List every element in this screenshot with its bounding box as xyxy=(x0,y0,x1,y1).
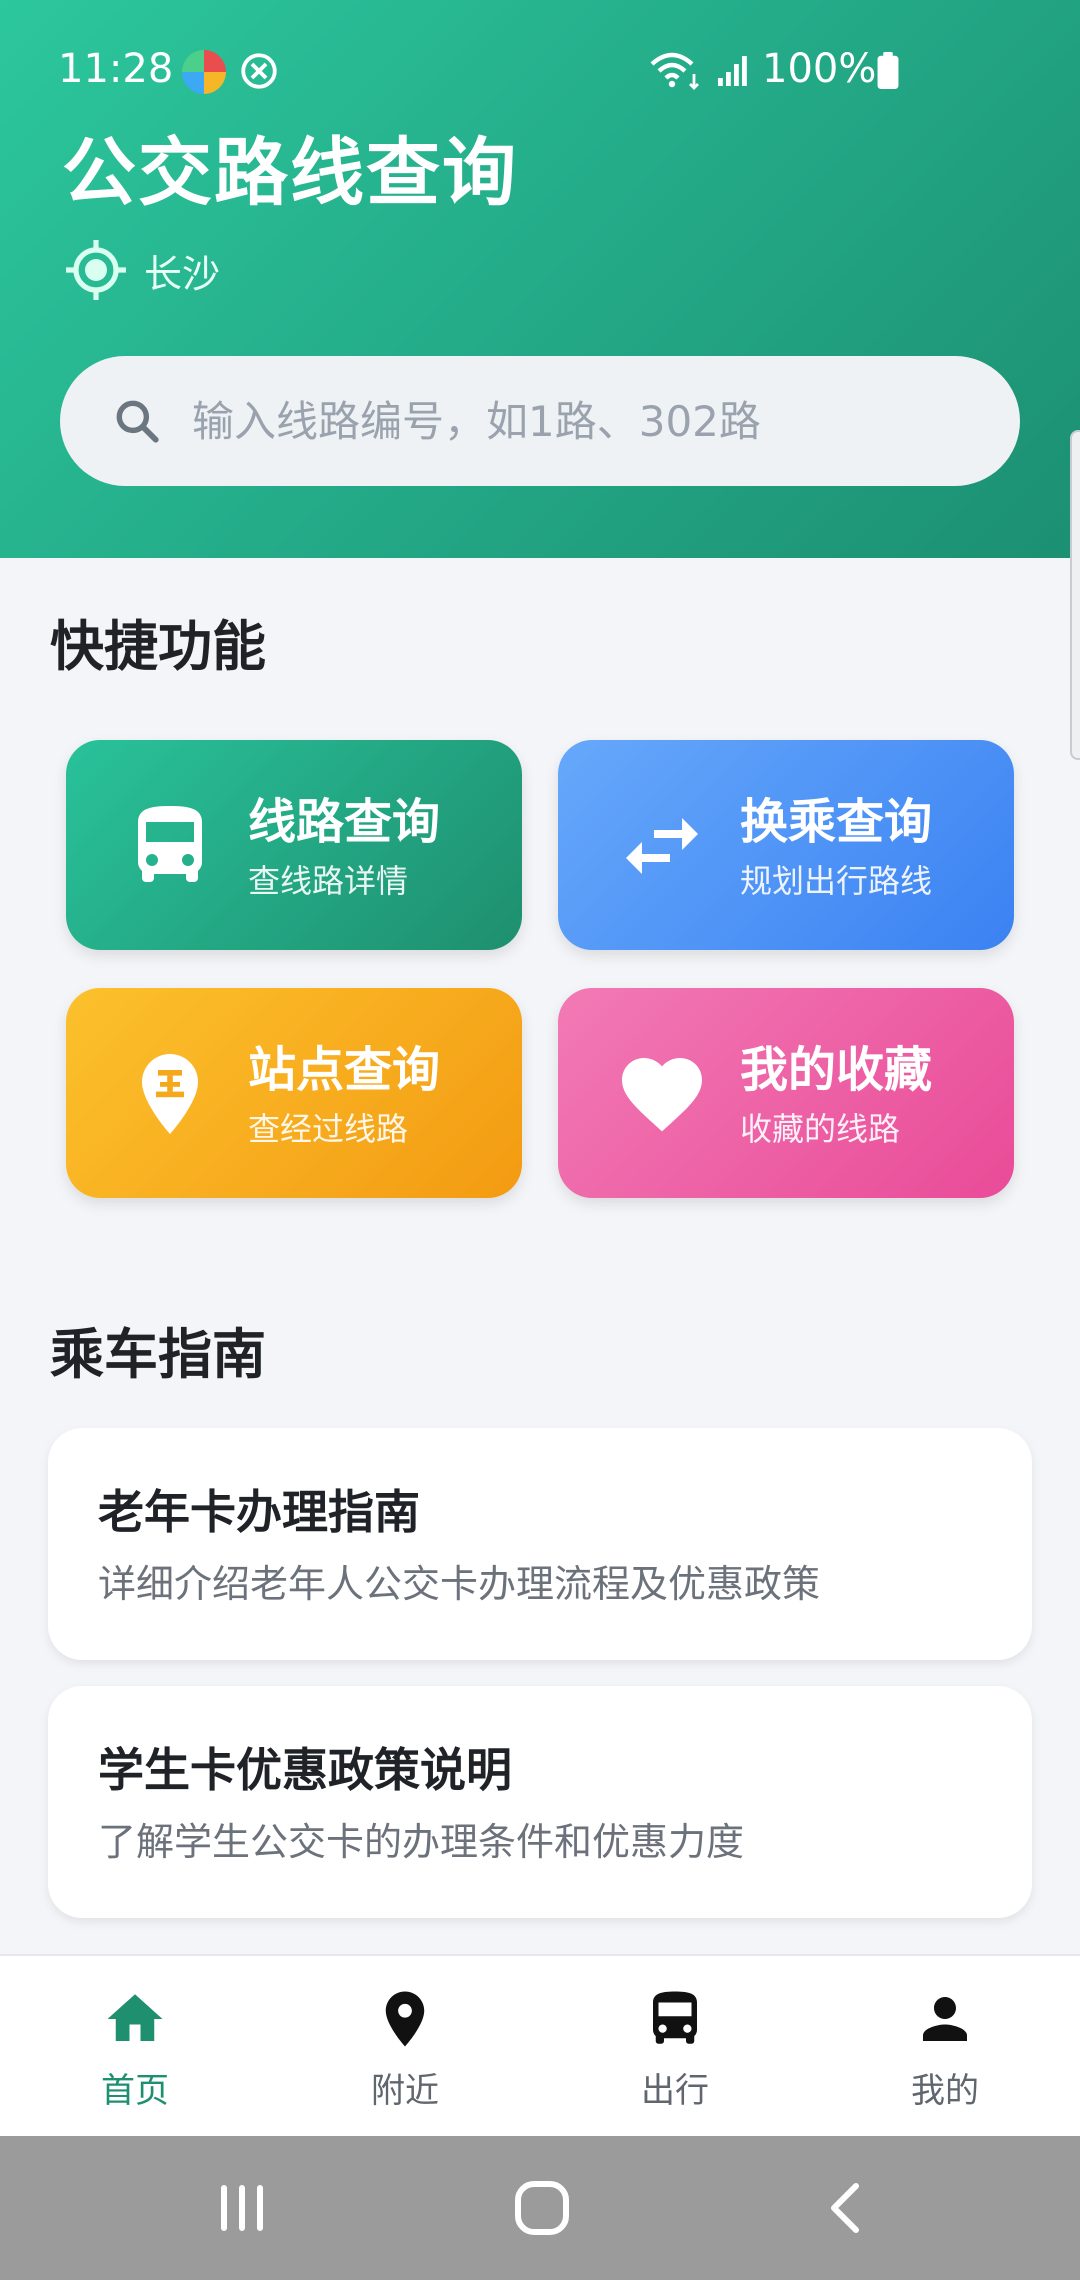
tile-title: 换乘查询 xyxy=(740,794,933,850)
search-bar[interactable] xyxy=(60,356,1020,486)
guide-card[interactable]: 老年卡办理指南 详细介绍老年人公交卡办理流程及优惠政策 xyxy=(48,1428,1032,1660)
battery-icon xyxy=(877,52,899,90)
back-icon[interactable] xyxy=(816,2178,876,2238)
page-title: 公交路线查询 xyxy=(62,130,518,216)
search-icon xyxy=(116,400,159,443)
status-time: 11:28 xyxy=(58,46,174,92)
bus-icon xyxy=(653,1991,697,2044)
tile-subtitle: 查经过线路 xyxy=(248,1110,409,1148)
tile-subtitle: 规划出行路线 xyxy=(740,862,933,900)
home-icon xyxy=(107,1994,163,2041)
gps-target-icon xyxy=(66,240,126,300)
nav-label: 首页 xyxy=(101,2071,169,2111)
nav-label: 我的 xyxy=(911,2071,979,2111)
nav-label: 附近 xyxy=(371,2071,439,2111)
guide-card-description: 详细介绍老年人公交卡办理流程及优惠政策 xyxy=(98,1562,821,1606)
no-ads-icon xyxy=(241,53,277,89)
tile-subtitle: 收藏的线路 xyxy=(740,1110,901,1148)
nav-item-travel[interactable]: 出行 xyxy=(540,1956,810,2136)
bus-stop-pin-icon xyxy=(142,1054,198,1134)
recent-apps-icon[interactable] xyxy=(212,2178,272,2238)
tile-title: 线路查询 xyxy=(248,794,441,850)
city-name: 长沙 xyxy=(144,251,221,296)
tile-title: 我的收藏 xyxy=(740,1042,933,1098)
browser-app-icon xyxy=(182,50,226,94)
swap-arrows-icon xyxy=(626,818,698,874)
route-query-tile[interactable]: 线路查询 查线路详情 xyxy=(66,740,522,950)
guide-section-title: 乘车指南 xyxy=(50,1323,266,1386)
app-screen: 11:28 100% 公交路线查询 长沙 输入线路编号，如1路、302路 快捷功… xyxy=(0,0,1080,2280)
bottom-navigation: 首页 附近 出行 我的 xyxy=(0,1954,1080,2136)
tile-subtitle: 查线路详情 xyxy=(248,862,409,900)
nav-label: 出行 xyxy=(641,2071,709,2111)
guide-card-title: 学生卡优惠政策说明 xyxy=(98,1743,512,1797)
nav-item-home[interactable]: 首页 xyxy=(0,1956,270,2136)
heart-icon xyxy=(622,1058,702,1132)
nav-item-profile[interactable]: 我的 xyxy=(810,1956,1080,2136)
tile-title: 站点查询 xyxy=(248,1042,441,1098)
transfer-query-tile[interactable]: 换乘查询 规划出行路线 xyxy=(558,740,1014,950)
battery-percentage: 100% xyxy=(762,46,877,92)
signal-icon xyxy=(718,56,747,86)
scrollbar[interactable] xyxy=(1070,430,1080,760)
system-navigation-bar xyxy=(0,2136,1080,2280)
status-bar: 11:28 100% xyxy=(0,0,1080,140)
search-input[interactable] xyxy=(192,396,952,446)
person-icon xyxy=(923,1997,967,2041)
favorites-tile[interactable]: 我的收藏 收藏的线路 xyxy=(558,988,1014,1198)
wifi-icon xyxy=(650,52,699,90)
guide-card-title: 老年卡办理指南 xyxy=(98,1485,420,1539)
quick-actions-title: 快捷功能 xyxy=(50,615,266,678)
header: 11:28 100% 公交路线查询 长沙 输入线路编号，如1路、302路 xyxy=(0,0,1080,558)
home-button-icon[interactable] xyxy=(512,2178,572,2238)
stop-query-tile[interactable]: 站点查询 查经过线路 xyxy=(66,988,522,1198)
guide-card[interactable]: 学生卡优惠政策说明 了解学生公交卡的办理条件和优惠力度 xyxy=(48,1686,1032,1918)
nav-item-nearby[interactable]: 附近 xyxy=(270,1956,540,2136)
location-pin-icon xyxy=(385,1991,425,2047)
guide-card-description: 了解学生公交卡的办理条件和优惠力度 xyxy=(98,1820,745,1864)
city-selector[interactable]: 长沙 xyxy=(62,236,220,304)
bus-icon xyxy=(138,806,202,882)
